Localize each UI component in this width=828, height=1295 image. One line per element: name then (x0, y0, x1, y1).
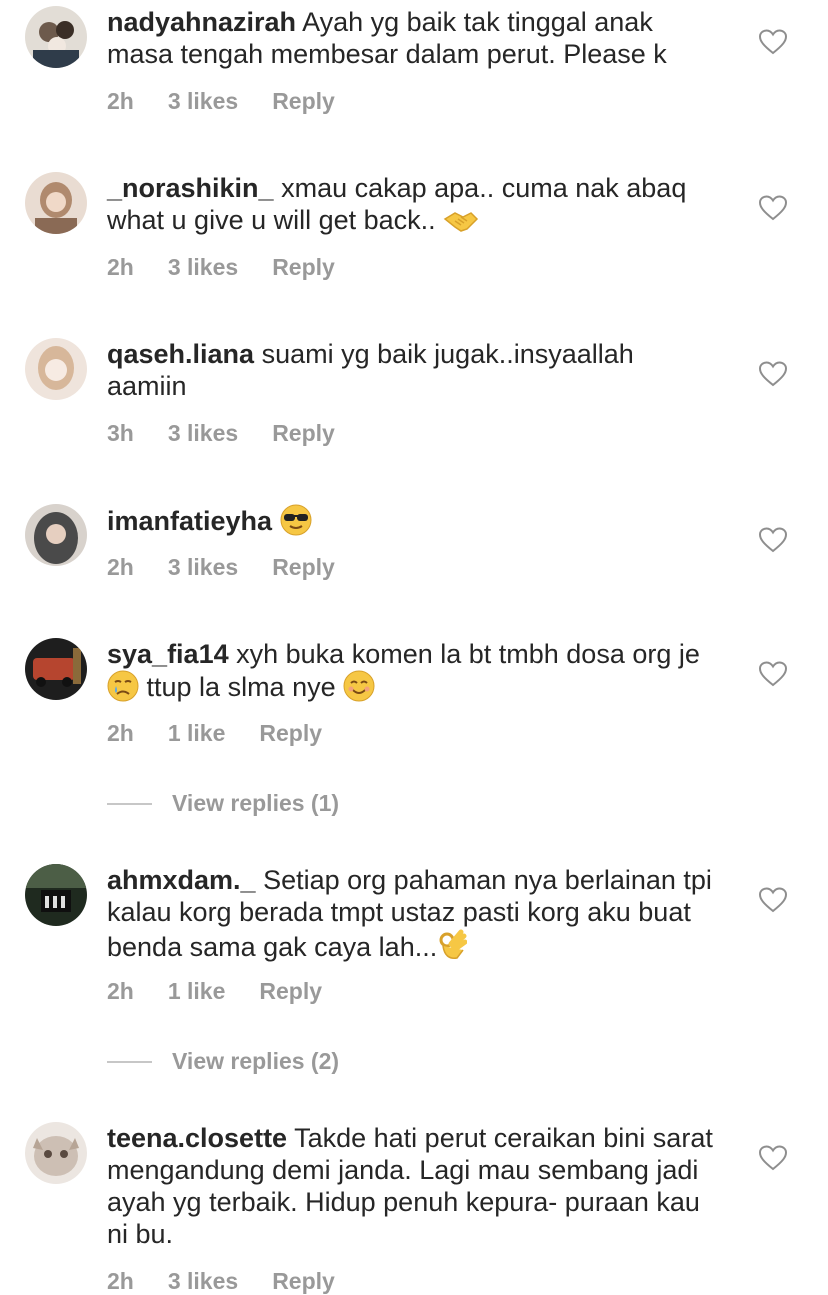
comment-time: 3h (107, 420, 134, 446)
avatar[interactable] (25, 638, 87, 700)
ok-hand-emoji (437, 928, 468, 969)
comment-text: nadyahnazirah Ayah yg baik tak tinggal a… (107, 6, 717, 70)
comment-username[interactable]: ahmxdam._ (107, 865, 256, 895)
comment-text: imanfatieyha (107, 504, 717, 543)
avatar[interactable] (25, 504, 87, 566)
comment-meta: 2h 1 like Reply (107, 977, 322, 1005)
comment-meta: 2h 3 likes Reply (107, 553, 335, 581)
heart-icon[interactable] (759, 195, 787, 221)
comment-body: xyh buka komen la bt tmbh dosa org je (236, 639, 700, 669)
comment-username[interactable]: imanfatieyha (107, 506, 272, 536)
heart-icon[interactable] (759, 1145, 787, 1171)
view-replies-label[interactable]: View replies (2) (172, 1048, 339, 1075)
comment-likes[interactable]: 1 like (168, 977, 226, 1005)
comment-time: 2h (107, 254, 134, 280)
crying-face-emoji (107, 670, 139, 709)
heart-icon[interactable] (759, 527, 787, 553)
reply-button[interactable]: Reply (259, 977, 322, 1005)
heart-icon[interactable] (759, 887, 787, 913)
comment-meta: 2h 1 like Reply (107, 719, 322, 747)
comment-meta: 2h 3 likes Reply (107, 87, 335, 115)
comment-text: ahmxdam._ Setiap org pahaman nya berlain… (107, 864, 717, 969)
comment-time: 2h (107, 554, 134, 580)
comment-time: 2h (107, 978, 134, 1004)
comment-username[interactable]: _norashikin_ (107, 173, 274, 203)
heart-icon[interactable] (759, 361, 787, 387)
comment-body-continued: ttup la slma nye (146, 672, 336, 702)
heart-icon[interactable] (759, 29, 787, 55)
comment-username[interactable]: teena.closette (107, 1123, 287, 1153)
view-replies-label[interactable]: View replies (1) (172, 790, 339, 817)
comment-text: sya_fia14 xyh buka komen la bt tmbh dosa… (107, 638, 717, 709)
smiling-face-emoji (343, 670, 375, 709)
reply-button[interactable]: Reply (259, 719, 322, 747)
reply-button[interactable]: Reply (272, 253, 335, 281)
comment-likes[interactable]: 3 likes (168, 87, 238, 115)
comment-likes[interactable]: 3 likes (168, 1267, 238, 1295)
view-replies-button[interactable]: View replies (2) (107, 1048, 339, 1075)
avatar[interactable] (25, 172, 87, 234)
comment-username[interactable]: qaseh.liana (107, 339, 254, 369)
avatar-image (25, 1122, 87, 1184)
comment-username[interactable]: sya_fia14 (107, 639, 229, 669)
avatar-image (25, 6, 87, 68)
handshake-emoji (443, 207, 479, 242)
reply-button[interactable]: Reply (272, 419, 335, 447)
comment-text: teena.closette Takde hati perut ceraikan… (107, 1122, 717, 1250)
avatar[interactable] (25, 864, 87, 926)
comment-likes[interactable]: 1 like (168, 719, 226, 747)
avatar-image (25, 338, 87, 400)
view-replies-button[interactable]: View replies (1) (107, 790, 339, 817)
view-replies-divider (107, 1060, 152, 1063)
comment-text: _norashikin_ xmau cakap apa.. cuma nak a… (107, 172, 717, 242)
reply-button[interactable]: Reply (272, 553, 335, 581)
comment-likes[interactable]: 3 likes (168, 253, 238, 281)
avatar-image (25, 504, 87, 566)
reply-button[interactable]: Reply (272, 87, 335, 115)
avatar[interactable] (25, 6, 87, 68)
comment-meta: 2h 3 likes Reply (107, 1267, 335, 1295)
comment-username[interactable]: nadyahnazirah (107, 7, 296, 37)
comment-time: 2h (107, 1268, 134, 1294)
comment-time: 2h (107, 720, 134, 746)
comment-likes[interactable]: 3 likes (168, 419, 238, 447)
view-replies-divider (107, 802, 152, 805)
avatar-image (25, 638, 87, 700)
comment-likes[interactable]: 3 likes (168, 553, 238, 581)
avatar[interactable] (25, 338, 87, 400)
comment-meta: 3h 3 likes Reply (107, 419, 335, 447)
heart-icon[interactable] (759, 661, 787, 687)
avatar-image (25, 864, 87, 926)
reply-button[interactable]: Reply (272, 1267, 335, 1295)
comment-time: 2h (107, 88, 134, 114)
avatar-image (25, 172, 87, 234)
comment-meta: 2h 3 likes Reply (107, 253, 335, 281)
sunglasses-emoji (280, 504, 312, 543)
comment-text: qaseh.liana suami yg baik jugak..insyaal… (107, 338, 717, 402)
avatar[interactable] (25, 1122, 87, 1184)
